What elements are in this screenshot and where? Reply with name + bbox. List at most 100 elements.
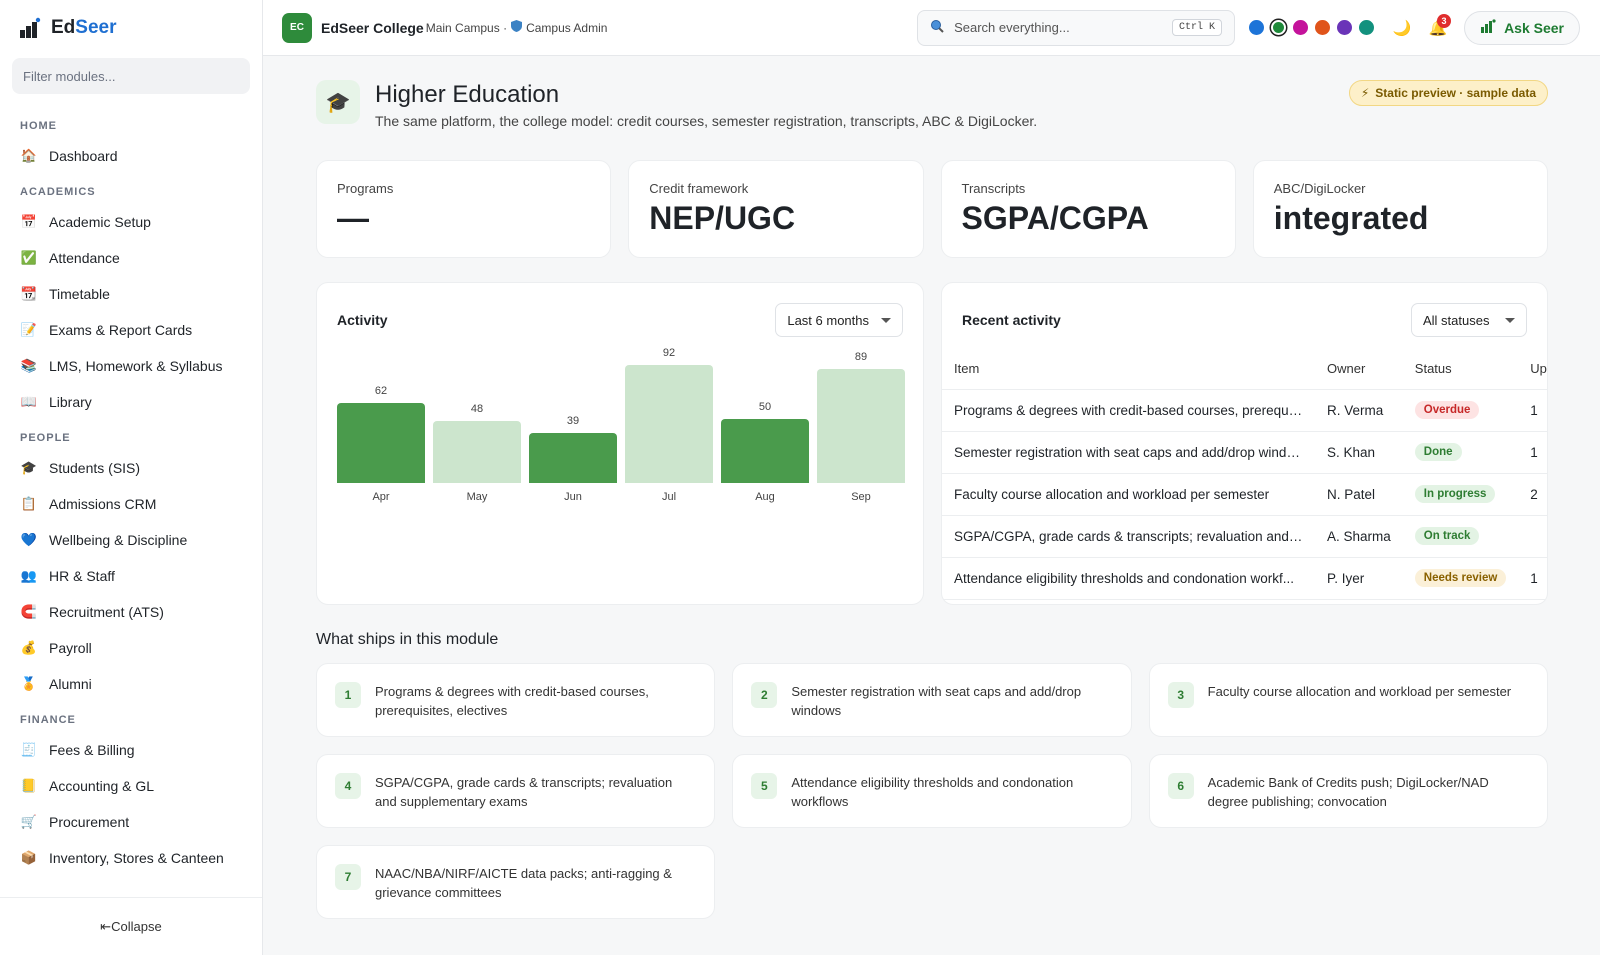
sidebar-item-wellbeing-discipline[interactable]: 💙 Wellbeing & Discipline	[0, 522, 262, 558]
sidebar-item-accounting-gl[interactable]: 📒 Accounting & GL	[0, 768, 262, 804]
stat-value: integrated	[1273, 200, 1429, 236]
filter-modules[interactable]	[12, 58, 250, 94]
stat-card-abc-digilocker: ABC/DigiLocker integrated	[1252, 160, 1548, 258]
ask-seer-button[interactable]: Ask Seer	[1464, 10, 1580, 45]
sidebar-item-lms-homework-syllabus[interactable]: 📚 LMS, Homework & Syllabus	[0, 348, 262, 384]
sidebar-item-label: Payroll	[49, 640, 92, 656]
sidebar-item-exams-report-cards[interactable]: 📝 Exams & Report Cards	[0, 312, 262, 348]
sidebar-item-procurement[interactable]: 🛒 Procurement	[0, 804, 262, 840]
sidebar-item-hr-staff[interactable]: 👥 HR & Staff	[0, 558, 262, 594]
theme-swatch-magenta[interactable]	[1293, 20, 1309, 35]
item-cell: Semester registration with seat caps and…	[942, 431, 1315, 474]
feature-text: SGPA/CGPA, grade cards & transcripts; re…	[375, 775, 673, 809]
sidebar-item-attendance[interactable]: ✅ Attendance	[0, 240, 262, 276]
sidebar-item-students-sis[interactable]: 🎓 Students (SIS)	[0, 450, 262, 486]
sidebar-item-timetable[interactable]: 📆 Timetable	[0, 276, 262, 312]
page-title: Higher Education	[375, 81, 560, 108]
calendar-icon: 📅	[20, 214, 38, 229]
table-row[interactable]: Programs & degrees with credit-based cou…	[942, 389, 1547, 432]
status-cell: In progress	[1402, 473, 1519, 516]
sidebar-item-recruitment-ats[interactable]: 🧲 Recruitment (ATS)	[0, 594, 262, 630]
stat-label: ABC/DigiLocker	[1273, 181, 1366, 196]
sidebar-item-alumni[interactable]: 🏅 Alumni	[0, 666, 262, 702]
search-input[interactable]	[954, 20, 1163, 35]
collapse-button[interactable]: ⇤Collapse	[0, 897, 262, 955]
sidebar-item-dashboard[interactable]: 🏠 Dashboard	[0, 138, 262, 174]
theme-toggle-button[interactable]: 🌙	[1388, 14, 1416, 42]
sidebar-item-admissions-crm[interactable]: 📋 Admissions CRM	[0, 486, 262, 522]
people-icon: 👥	[20, 568, 38, 583]
column-header-item[interactable]: Item	[942, 349, 1315, 390]
column-header-owner[interactable]: Owner	[1315, 349, 1403, 390]
org-name: EdSeer College	[321, 19, 424, 36]
feature-text: Attendance eligibility thresholds and co…	[791, 775, 1074, 809]
theme-swatch-orange[interactable]	[1315, 20, 1331, 35]
owner-cell: R. Verma	[1315, 389, 1403, 432]
brand-name: EdSeer	[51, 17, 117, 38]
column-header-up[interactable]: Up	[1518, 349, 1547, 390]
ledger-icon: 📒	[20, 778, 38, 793]
chevron-down-icon	[1505, 317, 1515, 323]
static-preview-badge: ⚡ Static preview · sample data	[1348, 80, 1548, 106]
sidebar-item-inventory-stores-canteen[interactable]: 📦 Inventory, Stores & Canteen	[0, 840, 262, 876]
status-cell: Overdue	[1402, 389, 1519, 432]
sidebar-item-label: Exams & Report Cards	[49, 322, 193, 338]
stat-value: —	[337, 200, 369, 236]
check-box-icon: ✅	[20, 250, 38, 265]
sidebar-item-fees-billing[interactable]: 🧾 Fees & Billing	[0, 732, 262, 768]
activity-range-select[interactable]: Last 6 months	[775, 303, 903, 337]
feature-card: 7 NAAC/NBA/NIRF/AICTE data packs; anti-ra…	[316, 845, 716, 919]
sidebar-item-academic-setup[interactable]: 📅 Academic Setup	[0, 204, 262, 240]
chart-x-tick-label: Jun	[564, 491, 582, 503]
feature-number: 2	[751, 682, 778, 708]
magnet-icon: 🧲	[20, 604, 38, 619]
status-badge: Needs review	[1414, 569, 1507, 587]
theme-swatch-teal[interactable]	[1359, 20, 1375, 35]
feature-number: 7	[335, 864, 361, 890]
notification-count: 3	[1437, 13, 1452, 28]
role-label: Campus Admin	[526, 20, 608, 35]
notifications-button[interactable]: 🔔 3	[1424, 13, 1452, 42]
table-row[interactable]: Attendance eligibility thresholds and co…	[942, 557, 1547, 600]
table-row[interactable]: Semester registration with seat caps and…	[942, 431, 1547, 474]
item-cell: Programs & degrees with credit-based cou…	[942, 389, 1315, 432]
table-row[interactable]: SGPA/CGPA, grade cards & transcripts; re…	[942, 515, 1547, 558]
stat-card-transcripts: Transcripts SGPA/CGPA	[940, 160, 1236, 258]
feature-number: 1	[335, 682, 361, 708]
item-cell: Attendance eligibility thresholds and co…	[942, 557, 1315, 600]
org-badge[interactable]: EC	[282, 12, 312, 43]
status-badge: In progress	[1414, 485, 1496, 503]
status-filter-select[interactable]: All statuses	[1411, 303, 1527, 337]
theme-swatch-blue[interactable]	[1249, 20, 1265, 35]
theme-swatch-purple[interactable]	[1337, 20, 1353, 35]
status-cell: On track	[1402, 515, 1519, 558]
chart-x-tick-label: May	[466, 491, 488, 503]
sidebar-item-label: Wellbeing & Discipline	[49, 532, 188, 548]
status-cell: Needs review	[1402, 557, 1519, 600]
sidebar-nav: HOME 🏠 Dashboard ACADEMICS 📅 Academic Setup ✅ A…	[0, 102, 262, 897]
stat-value: NEP/UGC	[649, 200, 796, 236]
filter-modules-input[interactable]	[23, 68, 239, 84]
house-icon: 🏠	[20, 148, 38, 163]
topbar: EC EdSeer College Main Campus · Campus A…	[263, 0, 1600, 56]
updated-cell: 1	[1518, 389, 1547, 432]
global-search[interactable]: Ctrl K	[917, 9, 1236, 46]
chart-bar-jun	[529, 432, 617, 483]
table-row[interactable]: Faculty course allocation and workload p…	[942, 473, 1547, 516]
theme-swatch-green[interactable]	[1273, 22, 1285, 33]
stat-card-programs: Programs —	[316, 160, 612, 258]
feature-card: 2 Semester registration with seat caps an…	[732, 663, 1132, 737]
sidebar-item-label: Dashboard	[49, 148, 118, 164]
column-header-status[interactable]: Status	[1402, 349, 1519, 390]
graduation-cap-icon: 🎓	[20, 460, 38, 475]
brand[interactable]: EdSeer	[0, 0, 262, 56]
stats-row: Programs — Credit framework NEP/UGC Transcri…	[316, 160, 1548, 258]
heart-icon: 💙	[20, 532, 38, 547]
features-grid: 1 Programs & degrees with credit-based co…	[316, 663, 1548, 919]
lightning-icon: ⚡	[1360, 86, 1370, 100]
chart-data-label: 48	[470, 403, 484, 416]
chevron-down-icon	[881, 317, 891, 323]
chart-data-label: 89	[854, 350, 868, 363]
sidebar-item-library[interactable]: 📖 Library	[0, 384, 262, 420]
sidebar-item-payroll[interactable]: 💰 Payroll	[0, 630, 262, 666]
